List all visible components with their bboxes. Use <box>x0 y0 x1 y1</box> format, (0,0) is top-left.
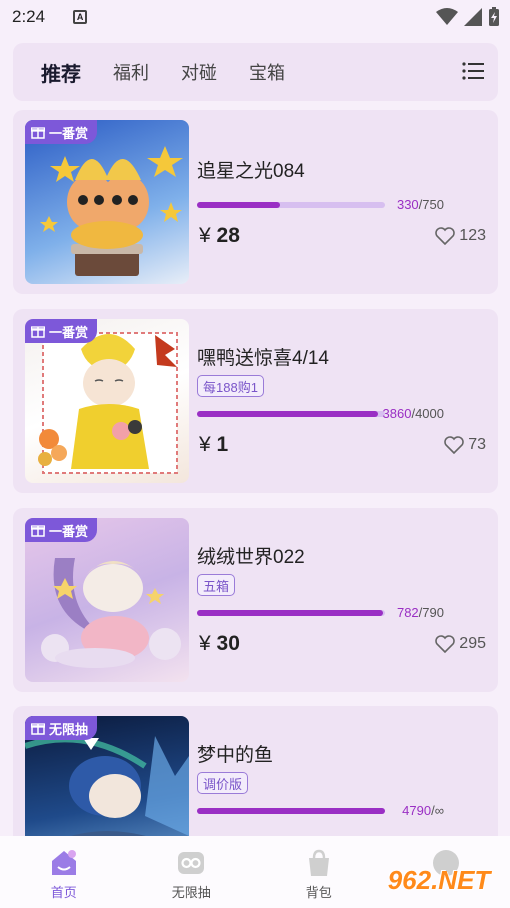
like-count: 295 <box>459 635 486 652</box>
notification-a-icon: A <box>73 10 88 24</box>
tab-welfare[interactable]: 福利 <box>113 59 149 85</box>
nav-label: 首页 <box>50 885 77 900</box>
progress-bar <box>197 808 385 814</box>
like-button[interactable]: 123 <box>435 227 486 245</box>
nav-unlimited[interactable]: 无限抽 <box>128 836 256 908</box>
progress-fill <box>197 610 384 616</box>
box-type-badge: 一番赏 <box>25 518 98 542</box>
battery-icon <box>489 7 499 26</box>
gift-icon <box>31 723 45 735</box>
currency-symbol: ¥ <box>199 224 211 247</box>
nav-label: 背包 <box>305 885 332 900</box>
site-watermark: 962.NET <box>374 856 504 904</box>
like-count: 73 <box>468 436 486 453</box>
progress-current: 782 <box>396 605 419 620</box>
product-title: 梦中的鱼 <box>197 745 274 766</box>
status-bar: 2:24 A <box>0 0 510 34</box>
product-image: 一番赏 <box>25 518 189 682</box>
bag-icon <box>308 849 329 876</box>
gift-icon <box>31 127 45 139</box>
badge-label: 无限抽 <box>49 721 89 737</box>
progress-bar <box>197 202 385 208</box>
progress-total: 4000 <box>415 406 444 421</box>
like-button[interactable]: 73 <box>444 436 486 454</box>
status-icons <box>436 7 500 27</box>
nav-label: 无限抽 <box>171 885 211 900</box>
progress-count: 4790/∞ <box>402 803 444 818</box>
tab-label: 宝箱 <box>249 63 285 83</box>
progress-total: 790 <box>422 605 444 620</box>
nav-bag[interactable]: 背包 <box>255 836 383 908</box>
price-value: 30 <box>216 632 240 655</box>
product-image: 一番赏 <box>25 319 189 483</box>
heart-icon <box>435 635 456 653</box>
heart-icon <box>444 436 464 454</box>
watermark-text: 962.NET <box>387 864 491 895</box>
tab-label: 对碰 <box>181 63 217 83</box>
product-image: 一番赏 <box>25 120 189 284</box>
progress-total: ∞ <box>434 803 444 818</box>
progress-fill <box>197 808 385 814</box>
badge-label: 一番赏 <box>49 324 89 340</box>
like-count: 123 <box>459 227 486 244</box>
heart-icon <box>435 227 456 245</box>
product-card[interactable]: 一番赏 嘿鸭送惊喜4/14 每188购1 3860/4000 ¥ 1 73 <box>13 309 498 493</box>
signal-icon <box>464 8 482 26</box>
box-type-badge: 一番赏 <box>25 120 98 144</box>
progress-bar <box>197 610 385 616</box>
price: ¥ 1 <box>199 433 228 457</box>
currency-symbol: ¥ <box>199 433 211 456</box>
progress-current: 4790 <box>402 803 432 818</box>
status-time: 2:24 <box>12 7 46 26</box>
figure-illustration <box>40 146 183 276</box>
figure-illustration <box>41 558 181 668</box>
box-type-badge: 一番赏 <box>25 319 98 343</box>
product-tag: 五箱 <box>197 574 236 596</box>
product-tag: 调价版 <box>197 772 249 794</box>
gift-icon <box>31 525 45 537</box>
progress-total: 750 <box>422 197 444 212</box>
progress-fill <box>197 411 379 417</box>
progress-bar <box>197 411 385 417</box>
tab-recommend[interactable]: 推荐 <box>26 58 100 95</box>
menu-list-icon[interactable] <box>462 62 484 80</box>
figure-illustration <box>38 332 178 474</box>
tab-label: 福利 <box>113 63 149 83</box>
price-value: 28 <box>216 224 240 247</box>
home-icon <box>51 850 76 875</box>
progress-fill <box>197 202 280 208</box>
product-title: 追星之光084 <box>197 161 305 182</box>
nav-home[interactable]: 首页 <box>0 836 128 908</box>
currency-symbol: ¥ <box>199 632 211 655</box>
box-type-badge: 无限抽 <box>25 716 98 740</box>
product-card[interactable]: 一番赏 追星之光084 330/750 ¥ 28 123 <box>13 110 498 294</box>
progress-current: 330 <box>396 197 419 212</box>
badge-label: 一番赏 <box>49 523 89 539</box>
progress-count: 782/790 <box>396 605 444 620</box>
tab-versus[interactable]: 对碰 <box>181 59 217 85</box>
gift-icon <box>31 326 45 338</box>
badge-label: 一番赏 <box>49 125 89 141</box>
tab-treasure[interactable]: 宝箱 <box>249 59 285 85</box>
wifi-icon <box>436 8 458 25</box>
tab-label: 推荐 <box>41 63 81 86</box>
price-value: 1 <box>216 433 229 456</box>
product-card[interactable]: 一番赏 绒绒世界022 五箱 782/790 ¥ 30 295 <box>13 508 498 692</box>
like-button[interactable]: 295 <box>435 635 486 653</box>
progress-count: 330/750 <box>396 197 444 212</box>
product-title: 绒绒世界022 <box>197 547 305 568</box>
progress-count: 3860/4000 <box>382 406 444 421</box>
category-tabbar: 推荐 福利 对碰 宝箱 <box>13 43 498 101</box>
infinity-icon <box>178 852 205 874</box>
price: ¥ 28 <box>199 224 240 248</box>
progress-current: 3860 <box>382 406 412 421</box>
product-tag: 每188购1 <box>197 375 264 397</box>
price: ¥ 30 <box>199 632 240 656</box>
product-title: 嘿鸭送惊喜4/14 <box>197 348 329 369</box>
